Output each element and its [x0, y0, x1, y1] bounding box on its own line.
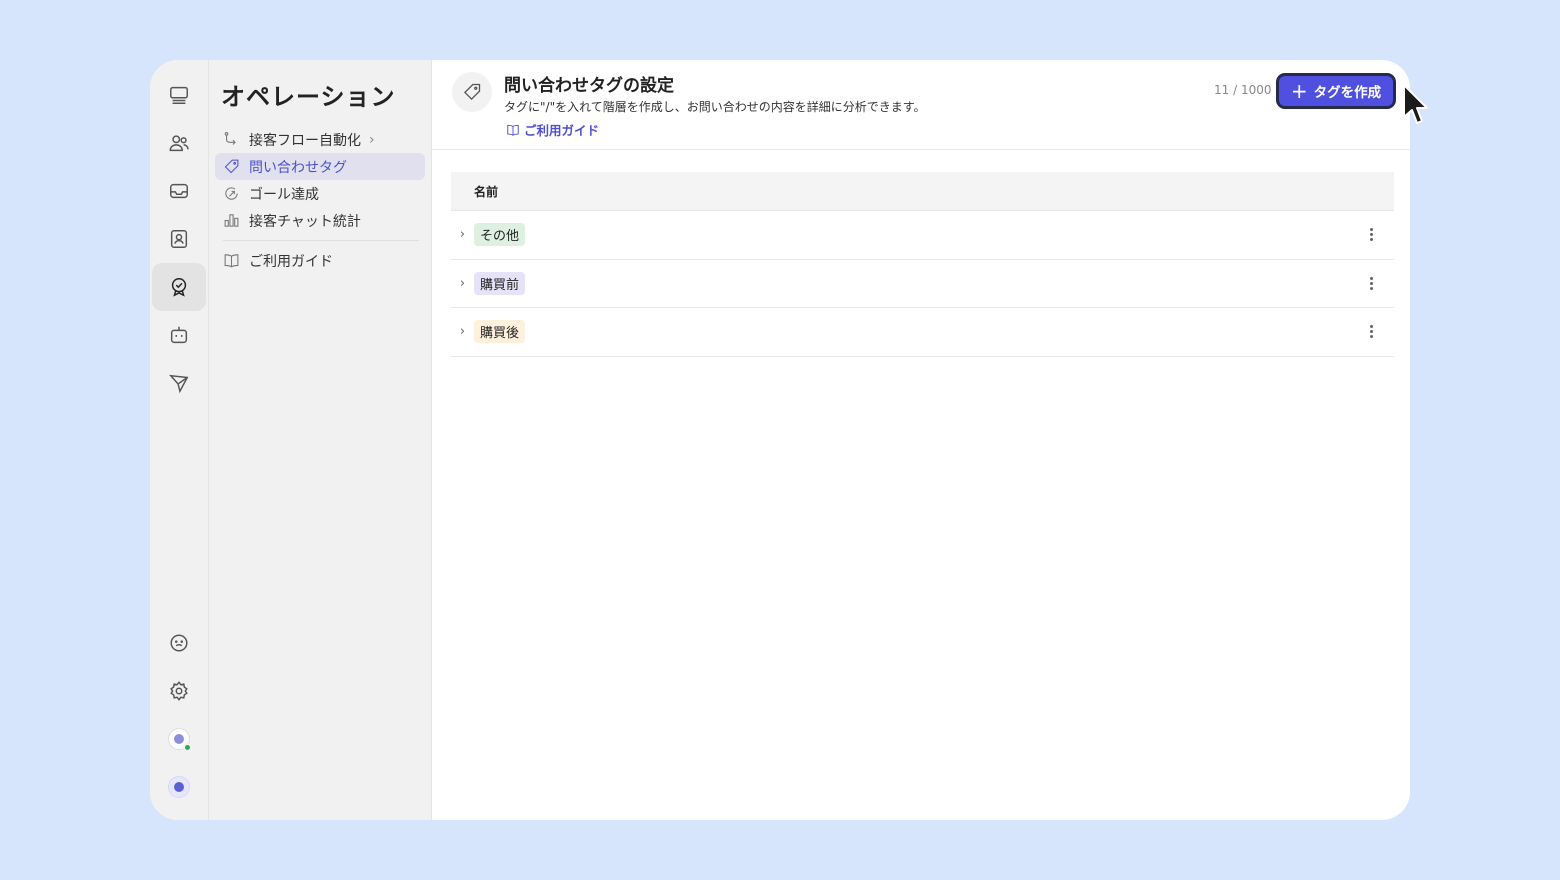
tag-count: 11 / 1000 [1214, 83, 1272, 97]
app-window: オペレーション 接客フロー自動化 › 問い合わせタグ ゴール達成 接客チャット統… [150, 60, 1410, 820]
rail-settings-button[interactable] [152, 667, 206, 715]
column-header-name: 名前 [474, 184, 499, 199]
rail-support-button[interactable] [152, 619, 206, 667]
nav-item-label: ゴール達成 [249, 186, 319, 203]
gear-icon [170, 681, 188, 701]
nav-item-goal-achievement[interactable]: ゴール達成 [215, 180, 425, 207]
create-tag-button-label: タグを作成 [1313, 85, 1382, 101]
chevron-right-icon[interactable]: › [451, 324, 474, 339]
page-title: 問い合わせタグの設定 [504, 76, 674, 96]
inbox-icon [170, 183, 188, 199]
monitor-icon [170, 86, 188, 104]
nav-item-inquiry-tags[interactable]: 問い合わせタグ [215, 153, 425, 180]
nav-divider [223, 240, 419, 241]
main-content: 問い合わせタグの設定 タグに"/"を入れて階層を作成し、お問い合わせの内容を詳細… [432, 60, 1410, 820]
book-icon [224, 254, 239, 268]
table-header: 名前 [451, 172, 1394, 211]
rail-monitor-button[interactable] [152, 71, 206, 119]
flow-icon [224, 132, 236, 145]
header-tag-icon-badge [452, 72, 492, 112]
bot-icon [170, 326, 188, 344]
users-icon [169, 135, 189, 152]
tag-pill: 購買前 [474, 271, 526, 295]
rail-bot-avatar-button[interactable] [152, 763, 206, 811]
create-tag-button[interactable]: + タグを作成 [1276, 73, 1396, 109]
tag-icon [463, 83, 481, 101]
table-row[interactable]: › 購買前 [451, 260, 1394, 308]
bot-avatar [168, 776, 190, 798]
user-avatar [168, 728, 192, 752]
nav-item-user-guide[interactable]: ご利用ガイド [215, 247, 425, 274]
chevron-right-icon[interactable]: › [451, 276, 474, 291]
tag-pill: その他 [474, 223, 526, 247]
rail-inbox-button[interactable] [152, 167, 206, 215]
send-icon [168, 374, 189, 394]
icon-rail [150, 60, 209, 820]
contacts-icon [170, 230, 188, 248]
nav-item-label: 接客フロー自動化 [249, 132, 361, 149]
page-header: 問い合わせタグの設定 タグに"/"を入れて階層を作成し、お問い合わせの内容を詳細… [432, 60, 1410, 150]
chevron-right-icon: › [369, 131, 375, 148]
nav-item-label: ご利用ガイド [249, 253, 333, 270]
table-row[interactable]: › 購買後 [451, 308, 1394, 357]
goal-icon [225, 187, 238, 200]
rail-user-avatar-button[interactable] [152, 715, 206, 763]
plus-icon: + [1290, 79, 1308, 103]
tag-table: 名前 › その他 › 購買前 › 購買後 [451, 172, 1394, 357]
section-title: オペレーション [221, 83, 396, 111]
user-guide-link[interactable]: ご利用ガイド [506, 120, 599, 139]
support-icon [170, 634, 188, 652]
online-status-dot [183, 743, 192, 752]
rail-contacts-button[interactable] [152, 215, 206, 263]
page-description: タグに"/"を入れて階層を作成し、お問い合わせの内容を詳細に分析できます。 [504, 100, 926, 114]
sub-navigation: オペレーション 接客フロー自動化 › 問い合わせタグ ゴール達成 接客チャット統… [209, 60, 432, 820]
more-options-icon[interactable] [1364, 321, 1378, 343]
nav-item-flow-automation[interactable]: 接客フロー自動化 › [215, 126, 425, 153]
more-options-icon[interactable] [1364, 224, 1378, 246]
tag-pill: 購買後 [474, 320, 526, 344]
bar-chart-icon [224, 214, 239, 227]
rail-send-button[interactable] [152, 359, 206, 407]
table-row[interactable]: › その他 [451, 211, 1394, 260]
badge-check-icon [171, 278, 187, 297]
chevron-right-icon[interactable]: › [451, 227, 474, 242]
rail-users-button[interactable] [152, 119, 206, 167]
user-guide-link-label: ご利用ガイド [524, 123, 600, 138]
book-icon [507, 124, 519, 136]
nav-item-label: 接客チャット統計 [249, 213, 361, 230]
mouse-cursor-icon [1403, 84, 1428, 124]
nav-item-label: 問い合わせタグ [249, 159, 347, 176]
more-options-icon[interactable] [1364, 272, 1378, 294]
rail-bot-button[interactable] [152, 311, 206, 359]
rail-operations-button[interactable] [152, 263, 206, 311]
nav-item-chat-statistics[interactable]: 接客チャット統計 [215, 207, 425, 234]
tag-icon [224, 159, 239, 174]
